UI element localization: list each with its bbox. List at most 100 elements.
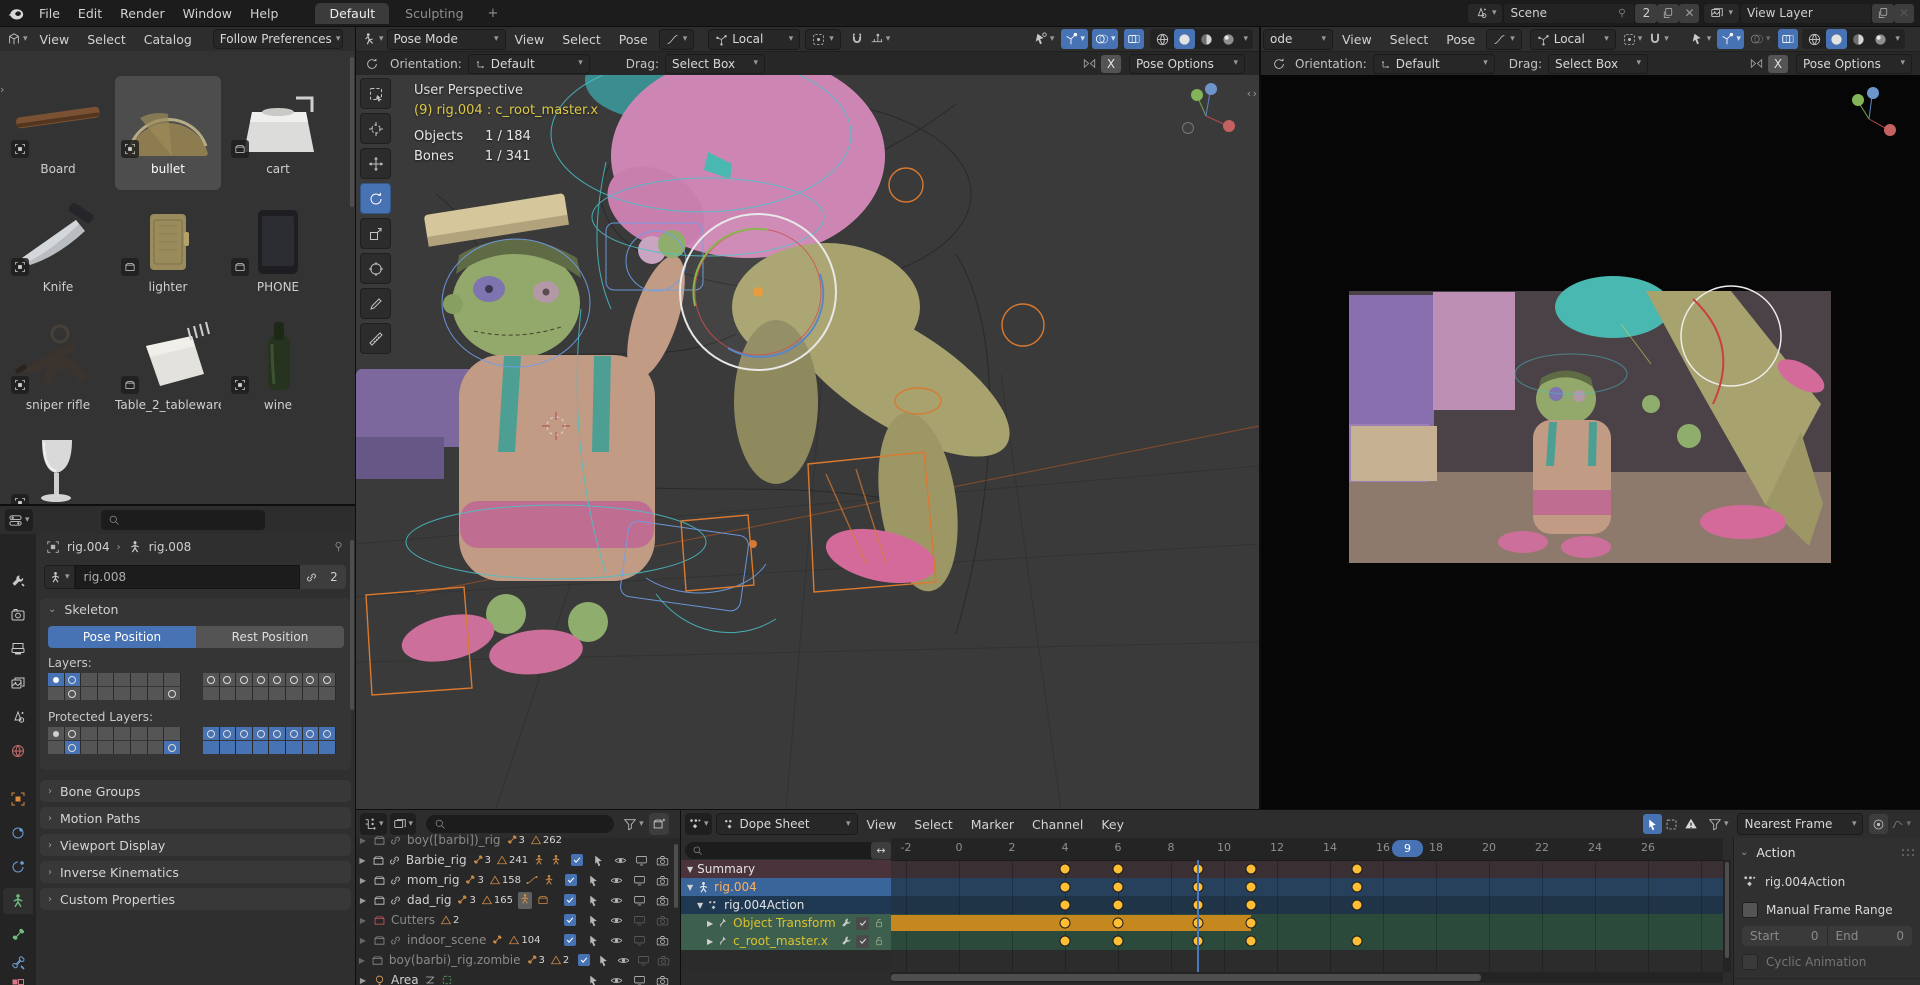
pose-options-dropdown[interactable]: Pose Options▾ <box>1796 54 1912 74</box>
expand-icon[interactable]: ▶ <box>356 856 369 865</box>
keyframe[interactable] <box>1060 882 1071 893</box>
link-icon[interactable] <box>300 565 322 589</box>
properties-tab-render[interactable] <box>3 602 33 628</box>
pivot-point-dropdown[interactable]: ▾ <box>805 29 841 50</box>
outliner-row[interactable]: ▶dad_rig3165 <box>356 890 672 910</box>
viewport-disable-icon[interactable] <box>629 894 649 907</box>
editor-type-asset-icon[interactable]: ▾ <box>4 29 31 49</box>
editor-type-properties-icon[interactable]: ▾ <box>5 509 33 531</box>
keyframe[interactable] <box>1245 918 1256 929</box>
selectable-icon[interactable] <box>583 974 603 985</box>
layer-cell[interactable] <box>203 687 220 700</box>
outliner-item-name[interactable]: Cutters <box>391 913 435 927</box>
layer-cell[interactable] <box>220 687 237 700</box>
properties-tab-texture[interactable] <box>3 972 33 985</box>
viewport-menu-select[interactable]: Select <box>553 27 610 51</box>
dopesheet-menu-marker[interactable]: Marker <box>962 810 1023 838</box>
breadcrumb-data[interactable]: rig.008 <box>149 540 192 554</box>
layer-cell[interactable] <box>303 727 320 740</box>
layer-cell[interactable] <box>164 673 181 686</box>
orientation-dropdown[interactable]: Default▾ <box>468 54 590 74</box>
expand-icon[interactable]: ▶ <box>356 836 370 845</box>
layers-grid[interactable] <box>48 673 181 686</box>
outliner-row[interactable]: ▶Cutters2 <box>356 910 672 930</box>
layer-cell[interactable] <box>98 741 115 754</box>
keyframe[interactable] <box>1060 936 1071 947</box>
keyframe[interactable] <box>1351 936 1362 947</box>
pivot-point-dropdown[interactable]: ▾ <box>1620 29 1646 49</box>
keyframe[interactable] <box>1245 900 1256 911</box>
properties-tab-world[interactable] <box>3 738 33 764</box>
pin-icon[interactable] <box>1616 7 1628 19</box>
channel-name[interactable]: rig.004Action <box>724 898 891 912</box>
panel-viewport-display[interactable]: ›Viewport Display <box>40 834 351 856</box>
outliner-item-name[interactable]: Area <box>391 973 419 985</box>
viewport-disable-icon[interactable] <box>629 974 649 985</box>
transform-orientation-dropdown[interactable]: Local▾ <box>708 29 800 50</box>
layer-cell[interactable] <box>48 727 65 740</box>
playhead-line[interactable] <box>1197 860 1199 972</box>
view-layer-copy-button[interactable] <box>1872 4 1894 23</box>
render-disable-icon[interactable] <box>654 854 672 867</box>
channel-mute-checkbox[interactable] <box>856 917 869 930</box>
add-workspace-button[interactable]: + <box>480 3 507 24</box>
hide-icon[interactable] <box>606 914 626 927</box>
layer-cell[interactable] <box>269 673 286 686</box>
expand-icon[interactable]: ▶ <box>356 936 370 945</box>
layer-cell[interactable] <box>98 673 115 686</box>
channel-name[interactable]: Object Transforms <box>733 916 836 930</box>
properties-tab-physics[interactable] <box>3 854 33 880</box>
workspace-tab-sculpting[interactable]: Sculpting <box>391 3 477 24</box>
layer-cell[interactable] <box>220 741 237 754</box>
only-selected-toggle[interactable] <box>1643 814 1662 834</box>
viewport2-menu-select[interactable]: Select <box>1381 27 1438 51</box>
breadcrumb-object[interactable]: rig.004 <box>67 540 110 554</box>
topbar-menu-edit[interactable]: Edit <box>69 0 111 26</box>
panel-motion-paths[interactable]: ›Motion Paths <box>40 807 351 829</box>
hide-icon[interactable] <box>606 894 626 907</box>
shading-dropdown[interactable]: ▾ <box>1240 35 1251 44</box>
layer-cell[interactable] <box>148 673 165 686</box>
properties-tab-view-layer[interactable] <box>3 670 33 696</box>
viewport2-menu-pose[interactable]: Pose <box>1437 27 1484 51</box>
asset-tile[interactable]: lighter <box>115 194 221 308</box>
properties-tab-bone[interactable] <box>3 922 33 948</box>
selectable-icon[interactable] <box>595 954 612 967</box>
hide-icon[interactable] <box>615 954 632 967</box>
channel-name[interactable]: rig.004 <box>714 880 891 894</box>
layer-cell[interactable] <box>303 741 320 754</box>
orientation-dropdown[interactable]: Default▾ <box>1373 54 1495 74</box>
shading-wireframe-button[interactable] <box>1152 29 1173 49</box>
viewport-scene[interactable] <box>356 74 1259 809</box>
protected-layers-grid[interactable] <box>48 741 181 754</box>
shading-solid-button[interactable] <box>1174 29 1195 49</box>
layer-cell[interactable] <box>48 741 65 754</box>
drag-dropdown[interactable]: Select Box▾ <box>1548 54 1648 74</box>
viewport-disable-icon[interactable] <box>629 914 649 927</box>
layer-cell[interactable] <box>236 727 253 740</box>
overlays-dropdown[interactable]: ▾ <box>1747 29 1774 49</box>
hide-icon[interactable] <box>607 874 627 887</box>
proportional-edit-icon[interactable] <box>1869 814 1888 834</box>
layer-cell[interactable] <box>81 673 98 686</box>
render-disable-icon[interactable] <box>652 874 672 887</box>
expand-icon[interactable]: ▶ <box>356 976 370 985</box>
properties-tab-scene[interactable] <box>3 704 33 730</box>
tool-select-box-button[interactable] <box>360 78 391 109</box>
mode-dropdown[interactable]: Pose Mode▾ <box>387 29 506 50</box>
layer-cell[interactable] <box>203 741 220 754</box>
layer-cell[interactable] <box>319 741 336 754</box>
xray-toggle[interactable] <box>1124 29 1144 49</box>
outliner-item-name[interactable]: boy(barbi)_rig.zombie <box>389 953 521 967</box>
layer-cell[interactable] <box>148 687 165 700</box>
channel-name[interactable]: c_root_master.x <box>733 934 836 948</box>
keyframe[interactable] <box>1113 918 1124 929</box>
properties-tab-object-data[interactable] <box>3 888 33 914</box>
expand-icon[interactable]: ▶ <box>356 916 370 925</box>
keyframe[interactable] <box>1351 864 1362 875</box>
start-frame-field[interactable]: Start0 <box>1742 926 1827 946</box>
layer-cell[interactable] <box>48 687 65 700</box>
layer-cell[interactable] <box>286 673 303 686</box>
select-checkbox[interactable] <box>568 854 586 866</box>
expand-icon[interactable]: ▶ <box>356 876 370 885</box>
